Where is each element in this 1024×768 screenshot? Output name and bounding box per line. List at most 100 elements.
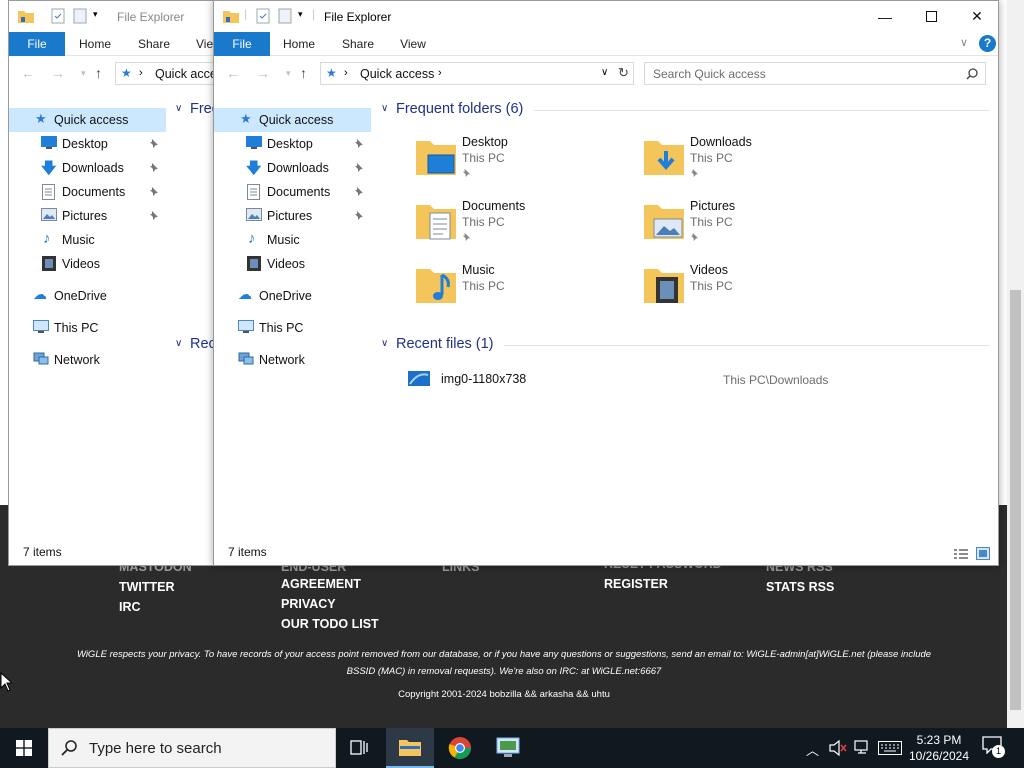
pin-icon[interactable] [149,138,159,148]
minimize-button[interactable]: — [862,1,908,32]
forward-arrow-icon[interactable]: → [256,65,270,81]
tab-share[interactable]: Share [334,32,382,56]
nav-item-this-pc[interactable]: This PC [9,316,166,340]
properties-icon[interactable] [256,8,270,24]
title-bar[interactable]: ▾ File Explorer [9,1,217,32]
pin-icon[interactable] [354,162,364,172]
volume-muted-icon[interactable] [829,740,847,756]
tab-home[interactable]: Home [274,32,324,56]
up-arrow-icon[interactable]: ↑ [300,65,307,81]
nav-item-music[interactable]: ♪ Music [214,228,371,252]
pin-icon[interactable] [690,232,699,241]
nav-item-network[interactable]: Network [9,348,166,372]
section-collapse-icon[interactable]: ∨ [381,103,388,114]
close-button[interactable]: ✕ [954,1,998,32]
new-folder-icon[interactable] [73,8,87,24]
task-view-button[interactable] [336,728,384,768]
nav-item-quick-access[interactable]: ★ Quick access [9,108,166,132]
details-view-icon[interactable] [953,548,969,560]
section-collapse-icon[interactable]: ∨ [175,338,182,349]
nav-item-onedrive[interactable]: ☁ OneDrive [9,284,166,308]
section-recent-files[interactable]: Recent files (1) [396,336,494,352]
tab-share[interactable]: Share [138,32,170,56]
file-explorer-window-back[interactable]: ▾ File Explorer File Home Share View ← →… [8,0,218,566]
nav-item-network[interactable]: Network [214,348,371,372]
help-icon[interactable]: ? [979,35,996,52]
nav-item-desktop[interactable]: Desktop [9,132,166,156]
keyboard-icon[interactable] [878,741,902,755]
pin-icon[interactable] [354,186,364,196]
taskbar-search-box[interactable]: Type here to search [48,728,336,768]
forward-arrow-icon[interactable]: → [51,65,65,81]
nav-item-quick-access[interactable]: ★ Quick access [214,108,371,132]
nav-item-onedrive[interactable]: ☁ OneDrive [214,284,371,308]
search-icon[interactable] [966,68,978,80]
footer-link-register[interactable]: REGISTER [604,577,668,591]
nav-item-downloads[interactable]: 🡇 Downloads [9,156,166,180]
pin-icon[interactable] [149,186,159,196]
nav-item-videos[interactable]: Videos [214,252,371,276]
footer-link-twitter[interactable]: TWITTER [119,580,175,594]
breadcrumb-chevron-icon[interactable]: › [438,67,442,79]
pin-icon[interactable] [690,168,699,177]
new-folder-icon[interactable] [278,8,292,24]
back-arrow-icon[interactable]: ← [226,65,240,81]
nav-item-music[interactable]: ♪ Music [9,228,166,252]
taskbar-file-explorer[interactable] [386,728,434,768]
breadcrumb-chevron-icon[interactable]: › [139,67,143,79]
address-text[interactable]: Quick access [360,67,434,81]
nav-item-downloads[interactable]: 🡇 Downloads [214,156,371,180]
search-input[interactable]: Search Quick access [644,62,986,85]
network-status-icon[interactable] [854,740,872,756]
nav-item-documents[interactable]: Documents [9,180,166,204]
nav-item-pictures[interactable]: Pictures [9,204,166,228]
expand-ribbon-icon[interactable]: ∨ [960,36,968,49]
up-arrow-icon[interactable]: ↑ [95,65,102,81]
tab-file[interactable]: File [9,32,65,56]
pin-icon[interactable] [354,210,364,220]
qat-dropdown-icon[interactable]: ▾ [93,9,98,20]
properties-icon[interactable] [51,8,65,24]
section-collapse-icon[interactable]: ∨ [175,103,182,114]
taskbar-chrome[interactable] [436,728,484,768]
back-arrow-icon[interactable]: ← [21,65,35,81]
nav-item-pictures[interactable]: Pictures [214,204,371,228]
refresh-icon[interactable]: ↻ [618,65,629,81]
breadcrumb-chevron-icon[interactable]: › [344,67,348,79]
address-bar[interactable]: ★ › Quick access [115,62,217,85]
show-hidden-icons-icon[interactable]: ︿ [806,740,819,759]
nav-item-this-pc[interactable]: This PC [214,316,371,340]
recent-locations-icon[interactable]: ▾ [286,68,291,79]
footer-link-stats-rss[interactable]: STATS RSS [766,580,834,594]
tab-view[interactable]: View [392,32,434,56]
footer-link-todo-list[interactable]: OUR TODO LIST [281,617,379,631]
tab-file[interactable]: File [214,32,270,56]
pin-icon[interactable] [462,168,471,177]
address-bar[interactable]: ★ › Quick access › ∨ ↻ [320,62,634,85]
start-button[interactable] [0,728,48,768]
pin-icon[interactable] [354,138,364,148]
file-explorer-window[interactable]: | ▾ | File Explorer — ✕ File Home Share … [213,0,999,566]
taskbar-remote-desktop[interactable] [484,728,532,768]
large-icons-view-icon[interactable] [976,547,990,560]
qat-dropdown-icon[interactable]: ▾ [298,9,303,20]
pin-icon[interactable] [149,162,159,172]
system-clock[interactable]: 5:23 PM 10/26/2024 [900,732,978,764]
nav-item-desktop[interactable]: Desktop [214,132,371,156]
title-bar[interactable]: | ▾ | File Explorer — ✕ [214,1,998,32]
pin-icon[interactable] [149,210,159,220]
recent-file-row[interactable]: img0-1180x738 This PC\Downloads [404,367,984,391]
footer-link-irc[interactable]: IRC [119,600,141,614]
tab-home[interactable]: Home [79,32,111,56]
nav-item-videos[interactable]: Videos [9,252,166,276]
pin-icon[interactable] [462,232,471,241]
section-collapse-icon[interactable]: ∨ [381,338,388,349]
section-frequent-folders[interactable]: Frequent folders (6) [396,101,523,117]
nav-item-documents[interactable]: Documents [214,180,371,204]
maximize-button[interactable] [908,1,954,32]
page-scrollbar-thumb[interactable] [1010,290,1021,710]
notification-center-button[interactable]: 1 [982,736,1006,760]
address-dropdown-icon[interactable]: ∨ [601,67,608,78]
footer-link-privacy[interactable]: PRIVACY [281,597,336,611]
footer-link-agreement[interactable]: AGREEMENT [281,577,361,591]
